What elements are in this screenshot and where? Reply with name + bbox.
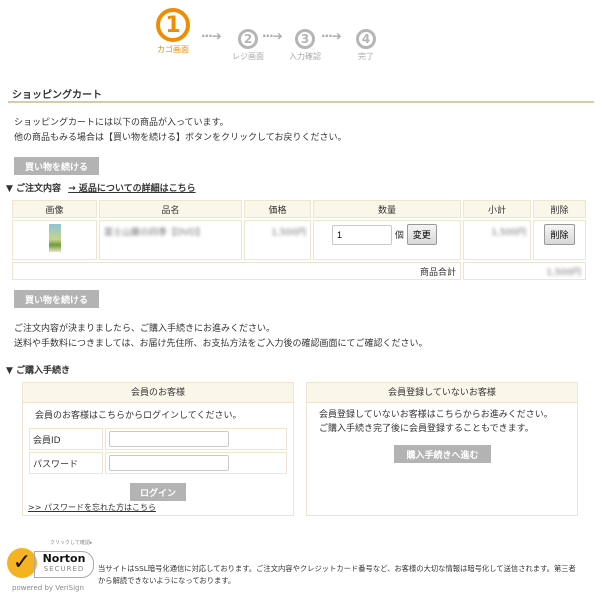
purchase-heading: ▼ ご購入手続き xyxy=(6,366,71,376)
delete-button[interactable]: 削除 xyxy=(544,224,575,245)
quantity-input[interactable] xyxy=(332,225,392,245)
order-heading: ▼ ご注文内容 → 返品についての詳細はこちら xyxy=(6,184,196,194)
arrow-icon: ···➔ xyxy=(262,29,283,43)
checkmark-icon: ✓ xyxy=(7,548,37,578)
notes-text: ご注文内容が決まりましたら、ご購入手続きにお進みください。 送料や手数料につきまし… xyxy=(14,324,428,349)
step-3: 3 入力確認 xyxy=(285,29,325,62)
password-input[interactable] xyxy=(109,455,229,471)
norton-seal[interactable]: クリックして確認▸ ✓ Norton SECURED powered by Ve… xyxy=(4,539,96,597)
continue-shopping-button-2[interactable]: 買い物を続ける xyxy=(14,290,99,308)
login-button[interactable]: ログイン xyxy=(130,483,186,501)
intro-text: ショッピングカートには以下の商品が入っています。 他の商品もみる場合は【買い物を続… xyxy=(14,118,347,143)
continue-shopping-button[interactable]: 買い物を続ける xyxy=(14,157,99,175)
product-image[interactable] xyxy=(48,224,61,252)
total-label: 商品合計 xyxy=(12,262,461,280)
table-row: 富士山麓の四季【DVD】 1,500円 個 変更 1,500円 削除 xyxy=(12,220,586,260)
arrow-icon: ···➔ xyxy=(321,29,342,43)
member-id-input[interactable] xyxy=(109,431,229,447)
change-quantity-button[interactable]: 変更 xyxy=(406,224,437,245)
forgot-password-link[interactable]: >> パスワードを忘れた方はこちら xyxy=(28,502,156,513)
total-value: 1,500円 xyxy=(546,267,581,278)
arrow-icon: ···➔ xyxy=(201,29,222,43)
divider xyxy=(8,101,594,103)
step-4: 4 完了 xyxy=(346,29,386,62)
member-box: 会員のお客様 会員のお客様はこちらからログインしてください。 会員ID パスワー… xyxy=(22,382,294,516)
ssl-notice: 当サイトはSSL暗号化通信に対応しております。ご注文内容やクレジットカード番号な… xyxy=(98,564,576,585)
page-title: ショッピングカート xyxy=(12,90,102,101)
return-policy-link[interactable]: → 返品についての詳細はこちら xyxy=(68,184,195,194)
guest-box: 会員登録していないお客様 会員登録していないお客様はこちらからお進みください。ご… xyxy=(306,382,578,516)
cart-table: 画像 品名 価格 数量 小計 削除 富士山麓の四季【DVD】 1,500円 個 … xyxy=(10,198,588,282)
step-1: 1 カゴ画面 xyxy=(148,8,198,55)
product-name[interactable]: 富士山麓の四季【DVD】 xyxy=(104,228,205,238)
proceed-purchase-button[interactable]: 購入手続きへ進む xyxy=(394,445,491,463)
